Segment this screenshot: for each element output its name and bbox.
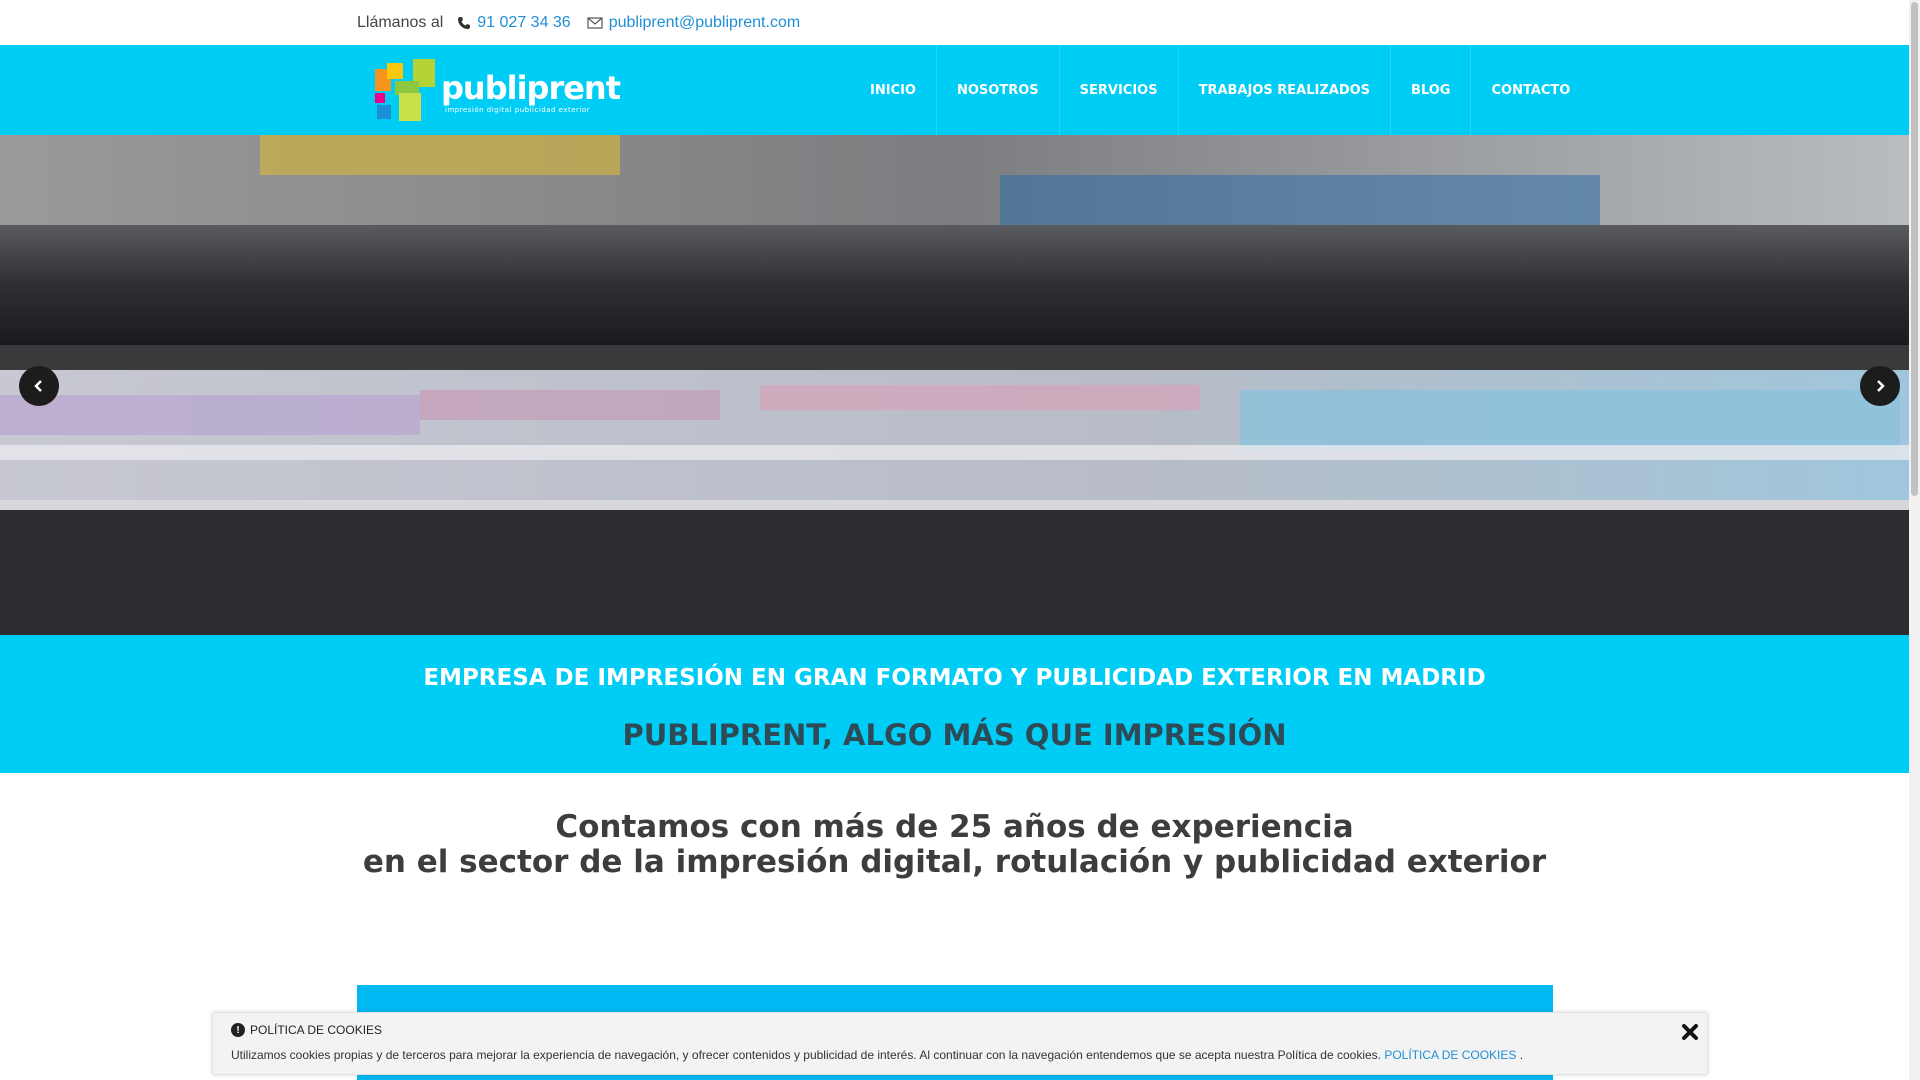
close-icon [1682, 1024, 1698, 1040]
scrollbar-thumb[interactable] [1911, 2, 1918, 496]
contact-info: Llámanos al 91 027 34 36 publiprent@publ… [357, 0, 800, 45]
banner-slogan: PUBLIPRENT, ALGO MÁS QUE IMPRESIÓN [622, 718, 1287, 752]
nav-item-blog[interactable]: BLOG [1391, 45, 1472, 135]
site-header: publiprent impresión digital publicidad … [0, 45, 1909, 135]
hero-slider [0, 135, 1909, 635]
page-scrollbar[interactable] [1909, 0, 1920, 1080]
cookie-title: ! POLÍTICA DE COOKIES [231, 1023, 382, 1037]
chevron-left-icon [34, 380, 42, 392]
logo-wordmark: publiprent [441, 69, 621, 107]
top-contact-bar: Llámanos al 91 027 34 36 publiprent@publ… [0, 0, 1909, 45]
publiprent-logo[interactable]: publiprent impresión digital publicidad … [375, 59, 621, 121]
cookie-message: Utilizamos cookies propias y de terceros… [231, 1048, 1381, 1062]
email-link[interactable]: publiprent@publiprent.com [609, 14, 800, 32]
cookie-close-button[interactable] [1679, 1021, 1701, 1043]
nav-item-nosotros[interactable]: NOSOTROS [937, 45, 1060, 135]
cookie-notice: ! POLÍTICA DE COOKIES Utilizamos cookies… [212, 1012, 1708, 1075]
logo-mark [375, 59, 435, 121]
info-icon: ! [231, 1023, 245, 1037]
nav-item-trabajos-realizados[interactable]: TRABAJOS REALIZADOS [1179, 45, 1392, 135]
cookie-title-text: POLÍTICA DE COOKIES [250, 1023, 383, 1037]
cookie-text: Utilizamos cookies propias y de terceros… [231, 1048, 1523, 1062]
logo-tagline: impresión digital publicidad exterior [445, 106, 591, 114]
printer-slide-image [0, 135, 1909, 635]
slider-next-button[interactable] [1860, 366, 1900, 406]
headline-banner: EMPRESA DE IMPRESIÓN EN GRAN FORMATO Y P… [0, 635, 1909, 773]
cookie-policy-link[interactable]: POLÍTICA DE COOKIES [1384, 1048, 1516, 1062]
nav-item-servicios[interactable]: SERVICIOS [1060, 45, 1179, 135]
cookie-link-suffix: . [1519, 1048, 1524, 1062]
chevron-right-icon [1877, 380, 1885, 392]
phone-link[interactable]: 91 027 34 36 [477, 14, 570, 32]
nav-item-contacto[interactable]: CONTACTO [1471, 45, 1590, 135]
main-nav: INICIO NOSOTROS SERVICIOS TRABAJOS REALI… [850, 45, 1590, 135]
phone-icon [457, 16, 471, 30]
experience-heading: Contamos con más de 25 años de experienc… [0, 810, 1909, 880]
experience-line-1: Contamos con más de 25 años de experienc… [555, 809, 1354, 845]
experience-line-2: en el sector de la impresión digital, ro… [362, 844, 1547, 880]
slider-prev-button[interactable] [19, 366, 59, 406]
call-us-label: Llámanos al [357, 13, 444, 31]
nav-item-inicio[interactable]: INICIO [850, 45, 937, 135]
envelope-icon [587, 16, 603, 29]
banner-headline: EMPRESA DE IMPRESIÓN EN GRAN FORMATO Y P… [423, 665, 1486, 691]
